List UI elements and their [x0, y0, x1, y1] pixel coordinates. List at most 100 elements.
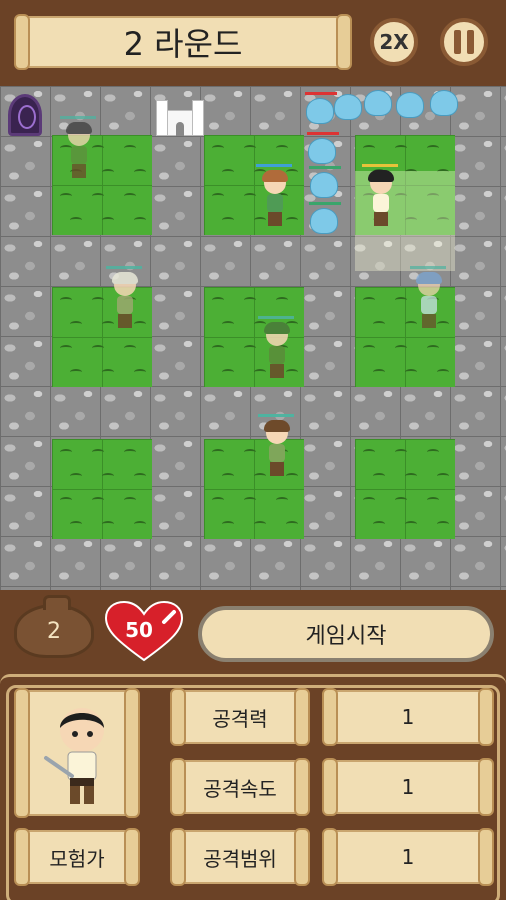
- grass-tuft: [222, 217, 234, 223]
- grass-tuft: [102, 169, 114, 175]
- hero-tower[interactable]: [256, 414, 296, 480]
- grass-tuft: [212, 297, 224, 303]
- adventurer-portrait-icon: [40, 700, 120, 806]
- grass-tuft: [70, 369, 82, 375]
- grass-tuft: [60, 345, 72, 351]
- grass-tuft: [286, 521, 298, 527]
- grass-tuft: [134, 521, 146, 527]
- slime-enemy-icon: [309, 166, 341, 198]
- grass-tuft: [395, 297, 407, 303]
- unit-name-label: 모험가: [14, 828, 140, 886]
- gold-count: 2: [47, 618, 61, 644]
- grass-tuft: [276, 145, 288, 151]
- grass-tuft: [405, 521, 417, 527]
- grass-tuft: [70, 473, 82, 479]
- stat-value-attack: 1: [322, 688, 494, 746]
- grass-tuft: [395, 497, 407, 503]
- grass-tuft: [70, 217, 82, 223]
- grass-tuft: [363, 449, 375, 455]
- stat-label-attack: 공격력: [170, 688, 310, 746]
- grass-tuft: [254, 521, 266, 527]
- slime-enemy-icon: [305, 92, 337, 124]
- pause-icon: [454, 30, 461, 54]
- grass-tuft: [427, 497, 439, 503]
- grass-tuft: [102, 521, 114, 527]
- gold-bag-icon: 2: [14, 595, 94, 658]
- grass-tuft: [60, 497, 72, 503]
- grass-tuft: [124, 449, 136, 455]
- grass-tuft: [70, 521, 82, 527]
- stat-label-attack-speed: 공격속도: [170, 758, 310, 816]
- hero-tower[interactable]: [254, 164, 294, 230]
- grass-tuft: [373, 521, 385, 527]
- grass-tuft: [373, 369, 385, 375]
- grass-tuft: [102, 217, 114, 223]
- grass-tuft: [92, 297, 104, 303]
- grass-plot[interactable]: [355, 439, 455, 539]
- grass-tuft: [92, 345, 104, 351]
- grass-tuft: [276, 497, 288, 503]
- grass-tuft: [395, 345, 407, 351]
- grass-tuft: [363, 297, 375, 303]
- stat-label-attack-range: 공격범위: [170, 828, 310, 886]
- grass-tuft: [222, 169, 234, 175]
- start-game-button[interactable]: 게임시작: [198, 606, 494, 662]
- castle-icon: [156, 96, 204, 136]
- grass-tuft: [405, 369, 417, 375]
- grass-tuft: [102, 369, 114, 375]
- hero-tower[interactable]: [256, 316, 296, 382]
- grass-tuft: [60, 297, 72, 303]
- hero-tower[interactable]: [408, 266, 448, 332]
- grass-tuft: [244, 297, 256, 303]
- enemy-spawn-portal-icon: [8, 94, 42, 136]
- hero-tower[interactable]: [104, 266, 144, 332]
- stat-value-attack-speed: 1: [322, 758, 494, 816]
- lives-count: 50: [125, 618, 153, 642]
- grass-tuft: [244, 345, 256, 351]
- round-title: 2 라운드: [14, 14, 352, 70]
- slime-enemy-icon: [334, 94, 362, 120]
- lives-heart-icon: 50: [104, 600, 184, 664]
- game-board[interactable]: [0, 86, 506, 590]
- grass-tuft: [134, 473, 146, 479]
- slime-enemy-icon: [309, 202, 341, 234]
- grass-tuft: [212, 345, 224, 351]
- slime-enemy-icon: [364, 90, 392, 116]
- grass-tuft: [92, 193, 104, 199]
- grass-tuft: [363, 145, 375, 151]
- grass-tuft: [373, 321, 385, 327]
- hero-tower[interactable]: [58, 116, 98, 182]
- pause-button[interactable]: [440, 18, 488, 66]
- grass-tuft: [276, 297, 288, 303]
- slime-enemy-icon: [430, 90, 458, 116]
- speed-toggle-button[interactable]: 2X: [370, 18, 418, 66]
- grass-tuft: [427, 449, 439, 455]
- grass-tuft: [395, 449, 407, 455]
- grass-tuft: [244, 497, 256, 503]
- slime-enemy-icon: [396, 92, 424, 118]
- grass-tuft: [437, 369, 449, 375]
- grass-tuft: [405, 473, 417, 479]
- grass-tuft: [427, 145, 439, 151]
- grass-tuft: [212, 497, 224, 503]
- grass-tuft: [222, 521, 234, 527]
- grass-tuft: [212, 145, 224, 151]
- grass-tuft: [363, 497, 375, 503]
- grass-tuft: [102, 473, 114, 479]
- grass-tuft: [437, 473, 449, 479]
- grass-tuft: [222, 321, 234, 327]
- hero-tower[interactable]: [360, 164, 400, 230]
- grass-tuft: [222, 369, 234, 375]
- grass-tuft: [92, 449, 104, 455]
- grass-plot[interactable]: [52, 439, 152, 539]
- grass-tuft: [134, 217, 146, 223]
- grass-tuft: [395, 145, 407, 151]
- grass-tuft: [244, 145, 256, 151]
- grass-tuft: [124, 345, 136, 351]
- grass-tuft: [363, 345, 375, 351]
- top-bar: 2 라운드 2X: [0, 0, 506, 86]
- grass-tuft: [134, 169, 146, 175]
- grass-tuft: [124, 145, 136, 151]
- grass-tuft: [212, 449, 224, 455]
- grass-tuft: [212, 193, 224, 199]
